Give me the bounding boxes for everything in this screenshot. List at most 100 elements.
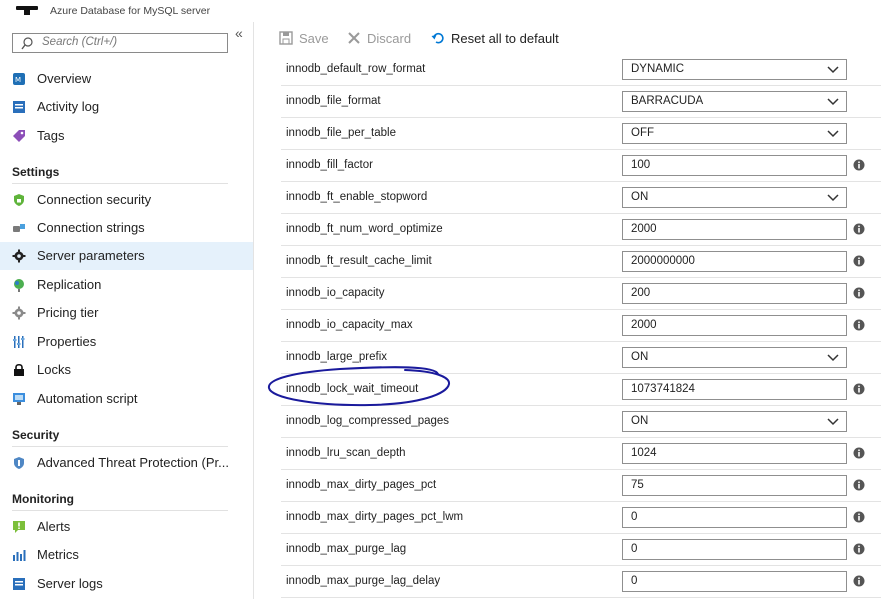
divider xyxy=(12,183,228,184)
settings-cog-icon xyxy=(12,306,26,320)
discard-button[interactable]: Discard xyxy=(347,29,411,47)
parameter-value-input[interactable]: 2000000000 xyxy=(622,251,847,272)
parameter-value-input[interactable]: 75 xyxy=(622,475,847,496)
main-panel: Save Discard Reset all to default innodb… xyxy=(255,22,882,599)
sidebar-item-label: Replication xyxy=(37,277,102,292)
chevron-down-icon xyxy=(827,130,839,138)
sidebar-item-advanced-threat-protection[interactable]: Advanced Threat Protection (Pr... xyxy=(0,449,253,477)
sidebar-item-connection-strings[interactable]: Connection strings xyxy=(0,214,253,242)
parameter-value-input[interactable]: 100 xyxy=(622,155,847,176)
parameter-row: innodb_default_row_format DYNAMIC xyxy=(281,54,881,86)
parameter-value-select[interactable]: OFF xyxy=(622,123,847,144)
parameter-name: innodb_file_per_table xyxy=(286,127,396,139)
parameter-value-input[interactable]: 0 xyxy=(622,539,847,560)
info-icon[interactable] xyxy=(853,511,865,523)
chevron-down-icon xyxy=(827,66,839,74)
reset-all-button[interactable]: Reset all to default xyxy=(431,29,559,47)
save-label: Save xyxy=(299,30,329,46)
info-icon[interactable] xyxy=(853,383,865,395)
parameter-name: innodb_max_purge_lag_delay xyxy=(286,575,441,587)
chevron-down-icon xyxy=(827,418,839,426)
sidebar-item-tags[interactable]: Tags xyxy=(0,122,253,150)
info-icon[interactable] xyxy=(853,575,865,587)
sidebar-item-label: Overview xyxy=(37,71,92,86)
info-icon[interactable] xyxy=(853,319,865,331)
parameter-name: innodb_ft_num_word_optimize xyxy=(286,223,443,235)
parameter-name: innodb_max_purge_lag xyxy=(286,543,407,555)
server-logs-icon xyxy=(13,578,25,590)
discard-label: Discard xyxy=(367,30,412,46)
info-icon[interactable] xyxy=(853,255,865,267)
parameter-value: 2000 xyxy=(631,223,657,235)
parameter-value: ON xyxy=(631,191,649,203)
parameter-value: OFF xyxy=(631,127,654,139)
parameter-value: 75 xyxy=(631,479,644,491)
sidebar-item-label: Automation script xyxy=(37,391,138,406)
parameter-value-select[interactable]: ON xyxy=(622,411,847,432)
section-title-settings: Settings xyxy=(12,165,60,179)
parameter-value-select[interactable]: DYNAMIC xyxy=(622,59,847,80)
sidebar-item-locks[interactable]: Locks xyxy=(0,356,253,384)
sidebar-item-activity-log[interactable]: Activity log xyxy=(0,93,253,121)
gear-icon xyxy=(12,249,26,263)
app-title: Azure Database for MySQL server xyxy=(50,5,211,17)
collapse-sidebar-icon[interactable]: « xyxy=(235,26,243,40)
parameter-value-select[interactable]: ON xyxy=(622,347,847,368)
svg-text:M: M xyxy=(15,76,21,84)
parameter-value: 2000 xyxy=(631,319,657,331)
parameter-value-input[interactable]: 2000 xyxy=(622,219,847,240)
parameter-value-input[interactable]: 1024 xyxy=(622,443,847,464)
parameter-value-input[interactable]: 0 xyxy=(622,507,847,528)
sidebar-item-label: Locks xyxy=(37,362,71,377)
section-title-monitoring: Monitoring xyxy=(12,492,74,506)
parameter-row: innodb_large_prefix ON xyxy=(281,342,881,374)
parameter-row: innodb_max_dirty_pages_pct_lwm 0 xyxy=(281,502,881,534)
parameter-row: innodb_max_dirty_pages_pct 75 xyxy=(281,470,881,502)
parameter-value-input[interactable]: 1073741824 xyxy=(622,379,847,400)
sidebar-item-label: Tags xyxy=(37,128,65,143)
info-icon[interactable] xyxy=(853,159,865,171)
parameter-row: innodb_log_compressed_pages ON xyxy=(281,406,881,438)
chevron-down-icon xyxy=(827,194,839,202)
info-icon[interactable] xyxy=(853,447,865,459)
sidebar-item-replication[interactable]: Replication xyxy=(0,271,253,299)
sidebar-item-server-logs[interactable]: Server logs xyxy=(0,570,253,598)
parameter-value: BARRACUDA xyxy=(631,95,704,107)
save-button[interactable]: Save xyxy=(279,29,329,47)
parameter-value: ON xyxy=(631,415,649,427)
search-input[interactable]: Search (Ctrl+/) xyxy=(12,33,228,53)
save-icon xyxy=(279,31,293,45)
parameter-name: innodb_file_format xyxy=(286,95,381,107)
parameter-value-input[interactable]: 2000 xyxy=(622,315,847,336)
sidebar-item-connection-security[interactable]: Connection security xyxy=(0,186,253,214)
parameter-value-select[interactable]: BARRACUDA xyxy=(622,91,847,112)
sidebar-item-alerts[interactable]: Alerts xyxy=(0,513,253,541)
sidebar-item-server-parameters[interactable]: Server parameters xyxy=(0,242,253,270)
parameter-name: innodb_lock_wait_timeout xyxy=(286,383,419,395)
parameter-value: 0 xyxy=(631,575,638,587)
sidebar-item-metrics[interactable]: Metrics xyxy=(0,541,253,569)
parameter-value-input[interactable]: 200 xyxy=(622,283,847,304)
search-placeholder: Search (Ctrl+/) xyxy=(42,36,118,48)
parameter-value-select[interactable]: ON xyxy=(622,187,847,208)
sidebar-item-properties[interactable]: Properties xyxy=(0,328,253,356)
parameter-value: 1073741824 xyxy=(631,383,695,395)
parameter-row: innodb_file_format BARRACUDA xyxy=(281,86,881,118)
parameter-value-input[interactable]: 0 xyxy=(622,571,847,592)
sidebar-item-pricing-tier[interactable]: Pricing tier xyxy=(0,299,253,327)
parameter-row: innodb_ft_num_word_optimize 2000 xyxy=(281,214,881,246)
discard-icon xyxy=(348,32,360,44)
info-icon[interactable] xyxy=(853,479,865,491)
sidebar-item-overview[interactable]: M Overview xyxy=(0,65,253,93)
parameter-value: DYNAMIC xyxy=(631,63,685,75)
properties-icon xyxy=(13,336,25,348)
activity-log-icon xyxy=(13,101,25,113)
search-icon xyxy=(21,37,33,50)
parameter-row: innodb_file_per_table OFF xyxy=(281,118,881,150)
parameter-row: innodb_lru_scan_depth 1024 xyxy=(281,438,881,470)
info-icon[interactable] xyxy=(853,223,865,235)
sidebar-item-automation-script[interactable]: Automation script xyxy=(0,385,253,413)
info-icon[interactable] xyxy=(853,287,865,299)
info-icon[interactable] xyxy=(853,543,865,555)
parameter-value: ON xyxy=(631,351,649,363)
